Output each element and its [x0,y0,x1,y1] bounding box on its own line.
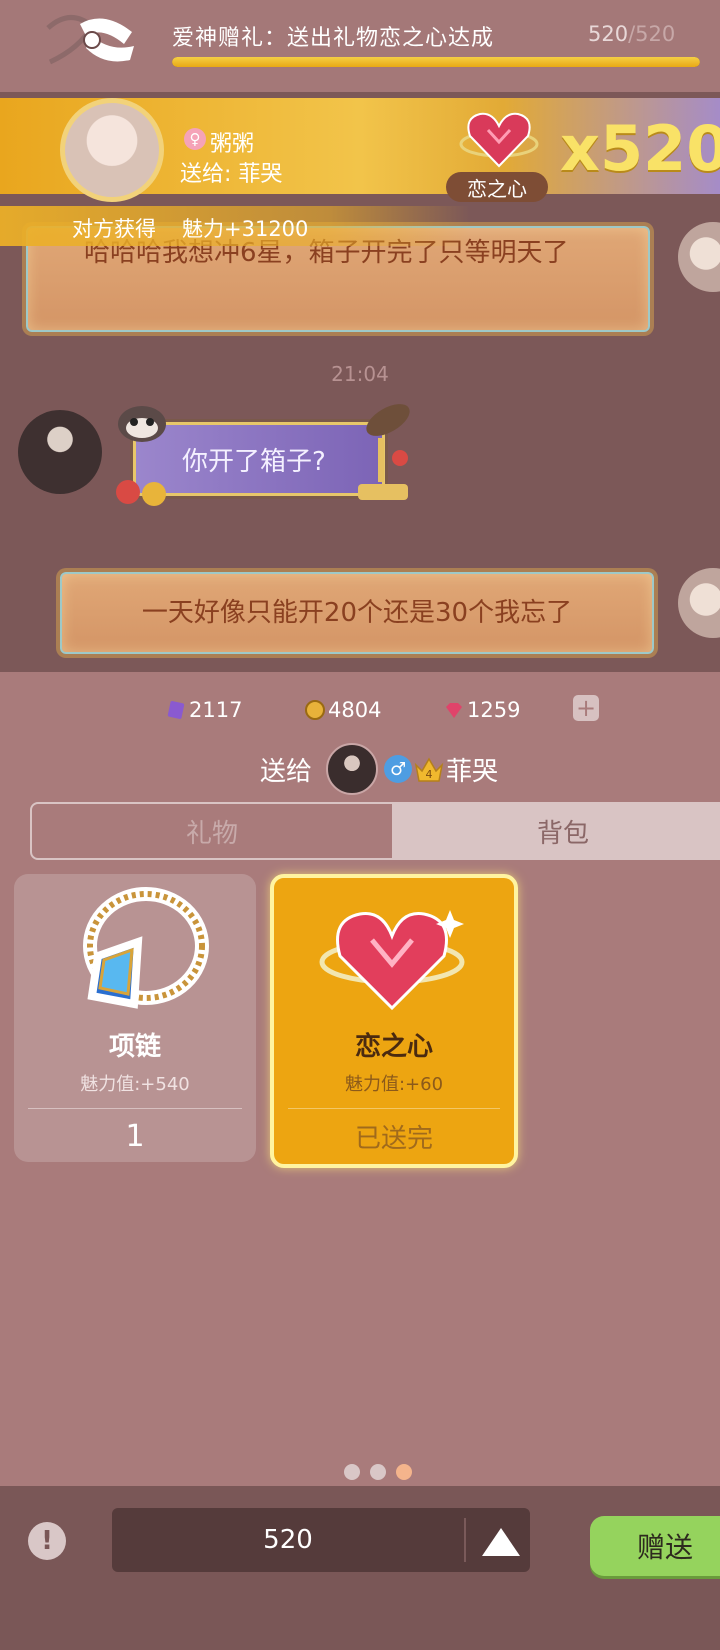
item-name: 恋之心 [354,1032,433,1062]
quest-progress-count: 520/520 [588,22,676,46]
quest-title: 爱神赠礼：送出礼物恋之心达成 [172,26,495,51]
card-divider [288,1108,500,1109]
currency-purple-card: 2117 [166,695,242,725]
gift-tabs: 礼物 背包 [30,802,720,860]
red-gem-icon [446,703,462,718]
sender-avatar[interactable] [60,98,164,202]
quest-banner: 爱神赠礼：送出礼物恋之心达成 520/520 [0,0,720,92]
reward-value: 魅力+31200 [182,217,309,241]
currency-red-gem: 1259 [444,695,520,725]
quantity-selector: 520 [112,1508,530,1572]
candy-decoration-icon [116,480,166,506]
item-count: 1 [125,1118,145,1154]
plus-icon: + [575,694,597,722]
page-dot[interactable] [344,1464,360,1480]
crown-level-icon: 4 [414,757,444,782]
item-charm-value: 魅力值:+60 [344,1074,444,1095]
gem-heart-icon [319,910,465,1011]
page-dot[interactable] [396,1464,412,1480]
item-card-heart[interactable]: 恋之心 魅力值:+60 已送完 [270,874,518,1168]
card-divider [28,1108,242,1109]
purple-card-icon [167,701,185,719]
item-charm-value: 魅力值:+540 [80,1074,190,1095]
necklace-icon [83,887,209,1009]
tab-gift[interactable]: 礼物 [32,804,394,858]
chat-message-text: 你开了箱子? [182,447,326,477]
recipient-name: 菲哭 [446,756,499,787]
recipient-chat-avatar[interactable] [18,410,102,494]
sword-decoration-icon [358,404,410,500]
chat-message-text: 一天好像只能开20个还是30个我忘了 [141,598,573,628]
female-icon: ♀ [184,128,206,150]
chat-timestamp: 21:04 [331,362,389,386]
send-to-label: 送给 [260,756,313,787]
tab-bag[interactable]: 背包 [394,804,720,858]
item-name: 项链 [108,1032,161,1062]
chat-bubble-right[interactable]: 一天好像只能开20个还是30个我忘了 [60,572,654,654]
gold-coin-icon [305,700,325,720]
sender-name: 粥粥 [210,132,255,157]
gem-heart-icon [459,112,539,168]
item-card-necklace[interactable]: 项链 魅力值:+540 1 [14,874,256,1162]
ribbon-scroll-icon[interactable] [40,8,144,78]
gift-multiplier: x520 [560,112,720,185]
gift-send-to-label: 送给: 菲哭 [180,162,283,187]
quest-progress-fill [172,57,700,67]
reward-label: 对方获得 [72,217,156,241]
send-gift-button[interactable]: 赠送 [590,1516,720,1576]
info-icon[interactable]: ! [28,1522,66,1560]
currency-gold-coin: 4804 [305,695,381,725]
svg-text:4: 4 [426,768,433,781]
raccoon-sticker-icon [118,406,166,442]
triangle-up-icon[interactable] [478,1516,524,1564]
recipient-avatar[interactable] [326,743,379,795]
gift-name-pill: 恋之心 [446,172,548,202]
quest-progress-bar [172,57,700,67]
item-status: 已送完 [354,1123,433,1154]
send-to-row: 送给 ♂ 4 菲哭 [260,743,499,795]
add-currency-button[interactable]: + [573,694,599,722]
quantity-divider [464,1518,466,1562]
male-icon: ♂ [384,755,413,783]
quantity-input[interactable]: 520 [112,1508,464,1572]
page-dot[interactable] [370,1464,386,1480]
